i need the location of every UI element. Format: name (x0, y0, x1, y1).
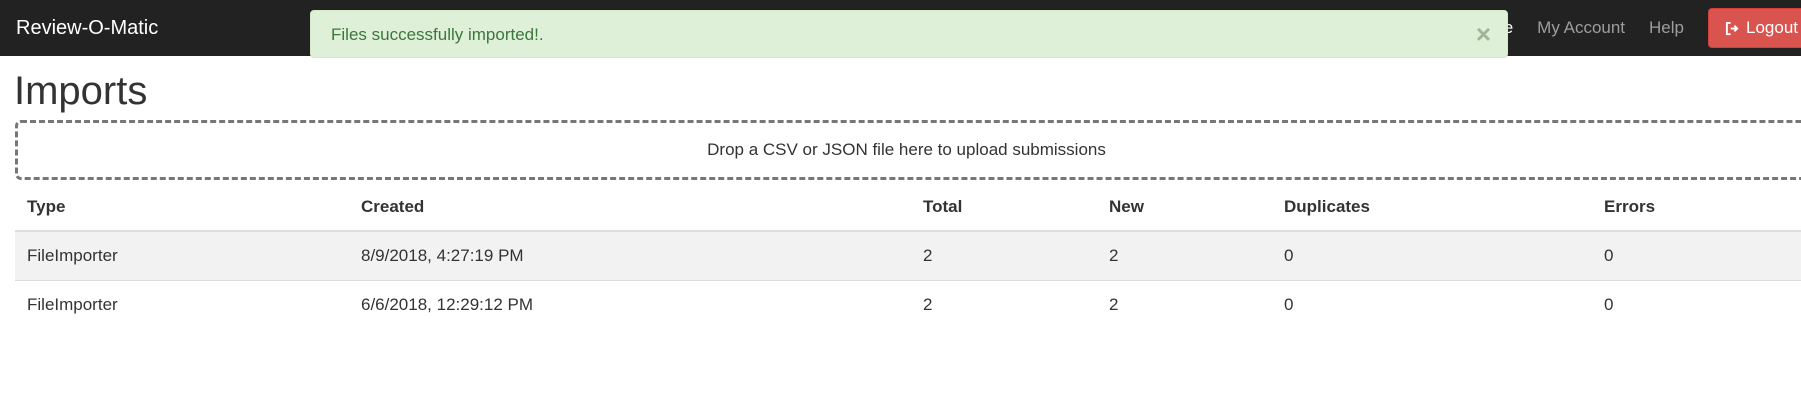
alert-message: Files successfully imported!. (331, 25, 544, 44)
cell-type: FileImporter (15, 230, 349, 280)
cell-new: 2 (1097, 230, 1272, 280)
cell-total: 2 (911, 230, 1097, 280)
cell-duplicates: 0 (1272, 230, 1592, 280)
imports-table: Type Created Total New Duplicates Errors… (15, 183, 1801, 329)
close-icon[interactable]: × (1476, 11, 1491, 57)
logout-label: Logout (1746, 18, 1798, 37)
cell-created: 8/9/2018, 4:27:19 PM (349, 230, 911, 280)
column-header-created: Created (349, 183, 911, 232)
column-header-type: Type (15, 183, 349, 232)
dropzone-text: Drop a CSV or JSON file here to upload s… (707, 140, 1106, 159)
table-row: FileImporter 6/6/2018, 12:29:12 PM 2 2 0… (15, 279, 1801, 329)
cell-type: FileImporter (15, 279, 349, 329)
nav-links: ueue My Account Help Logout (1475, 0, 1801, 56)
column-header-total: Total (911, 183, 1097, 232)
column-header-errors: Errors (1592, 183, 1801, 232)
cell-new: 2 (1097, 279, 1272, 329)
cell-total: 2 (911, 279, 1097, 329)
cell-created: 6/6/2018, 12:29:12 PM (349, 279, 911, 329)
nav-link-my-account[interactable]: My Account (1537, 18, 1625, 38)
column-header-duplicates: Duplicates (1272, 183, 1592, 232)
table-row: FileImporter 8/9/2018, 4:27:19 PM 2 2 0 … (15, 230, 1801, 280)
page-title: Imports (14, 69, 148, 113)
cell-duplicates: 0 (1272, 279, 1592, 329)
table-header-row: Type Created Total New Duplicates Errors (15, 183, 1801, 232)
cell-errors: 0 (1592, 279, 1801, 329)
nav-link-help[interactable]: Help (1649, 18, 1684, 38)
sign-out-icon (1725, 21, 1739, 35)
brand-link[interactable]: Review-O-Matic (16, 0, 158, 56)
cell-errors: 0 (1592, 230, 1801, 280)
logout-button[interactable]: Logout (1708, 8, 1801, 48)
file-dropzone[interactable]: Drop a CSV or JSON file here to upload s… (15, 120, 1801, 180)
column-header-new: New (1097, 183, 1272, 232)
success-alert: Files successfully imported!. × (310, 10, 1508, 58)
